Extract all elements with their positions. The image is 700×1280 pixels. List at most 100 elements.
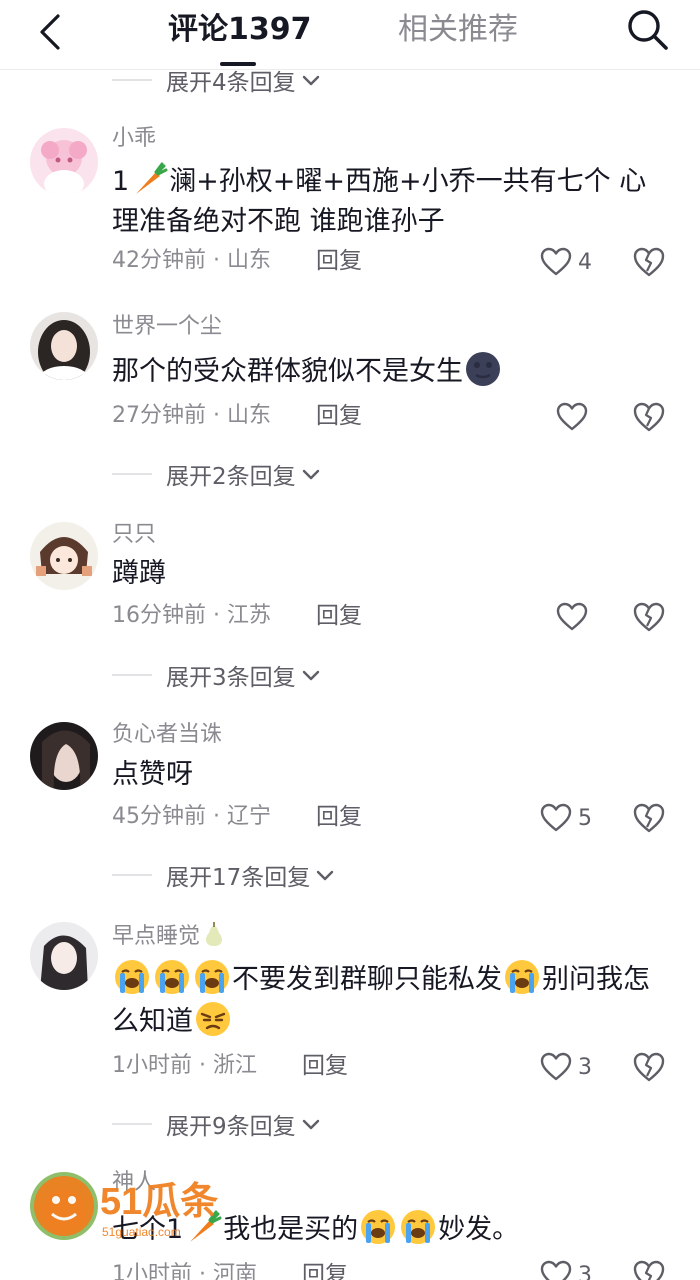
pear-emoji-icon	[205, 922, 223, 946]
broken-heart-icon[interactable]	[632, 600, 666, 634]
like-button[interactable]: 3	[540, 1050, 592, 1084]
avatar[interactable]	[30, 128, 98, 196]
watermark-sub: 51guatiao.com	[102, 1225, 181, 1239]
comment-time: 45分钟前	[112, 804, 206, 829]
expand-replies[interactable]: 展开3条回复	[112, 657, 322, 693]
username[interactable]: 负心者当诛	[112, 720, 222, 750]
search-icon[interactable]	[624, 6, 670, 52]
avatar[interactable]	[30, 522, 98, 590]
comment-location: 河南	[212, 1262, 257, 1280]
meta-separator: ·	[206, 804, 227, 829]
broken-heart-icon[interactable]	[632, 245, 666, 279]
broken-heart-icon[interactable]	[632, 1050, 666, 1084]
loudly-crying-emoji-icon	[505, 960, 539, 994]
comment-text: 蹲蹲	[112, 558, 166, 589]
comment-location: 山东	[226, 403, 271, 428]
heart-outline-icon	[540, 803, 572, 832]
broken-heart-icon[interactable]	[632, 801, 666, 835]
heart-outline-icon	[556, 402, 588, 431]
expand-replies[interactable]: 展开2条回复	[112, 456, 322, 492]
broken-heart-icon[interactable]	[632, 1258, 666, 1280]
divider-line	[112, 79, 152, 81]
like-button[interactable]: 3	[540, 1258, 592, 1280]
reply-button[interactable]: 回复	[302, 1051, 348, 1081]
tab-related[interactable]: 相关推荐	[398, 10, 518, 50]
comment-location: 浙江	[212, 1053, 257, 1078]
comment-time: 1小时前	[112, 1053, 192, 1078]
meta-separator: ·	[206, 248, 227, 273]
comment-text-part: 妙发。	[438, 1214, 520, 1245]
chevron-down-icon	[317, 870, 334, 881]
meta-separator: ·	[206, 403, 227, 428]
comment-text: 点赞呀	[112, 759, 193, 790]
comment-text: 那个的受众群体貌似不是女生	[112, 350, 672, 392]
reply-button[interactable]: 回复	[316, 601, 362, 631]
meta-separator: ·	[206, 603, 227, 628]
username[interactable]: 世界一个尘	[112, 312, 222, 342]
comment-text-part: 1	[112, 166, 130, 197]
comment-text-part: 澜+孙权+曜+西施+小乔一共有七个 心理准备绝对不跑 谁跑谁孙子	[112, 166, 647, 237]
comment-meta: 1小时前 · 河南	[112, 1260, 257, 1280]
avatar[interactable]	[30, 922, 98, 990]
divider-line	[112, 1123, 152, 1125]
like-count: 3	[578, 1054, 592, 1080]
loudly-crying-emoji-icon	[401, 1210, 436, 1244]
carrot-emoji-icon	[136, 162, 168, 194]
watermark-brand: 51瓜条	[100, 1181, 218, 1223]
comment-meta: 42分钟前 · 山东	[112, 246, 271, 276]
like-button[interactable]	[556, 600, 588, 634]
reply-button[interactable]: 回复	[316, 246, 362, 276]
comment-meta: 27分钟前 · 山东	[112, 401, 271, 431]
back-chevron-icon[interactable]	[36, 12, 66, 52]
chevron-down-icon	[302, 469, 319, 480]
username[interactable]: 早点睡觉	[112, 922, 226, 952]
comment-location: 山东	[226, 248, 271, 273]
like-button[interactable]	[556, 400, 588, 434]
new-moon-emoji-icon	[466, 352, 500, 386]
expand-replies[interactable]: 展开9条回复	[112, 1106, 322, 1142]
reply-button[interactable]: 回复	[316, 802, 362, 832]
comment-time: 42分钟前	[112, 248, 206, 273]
username[interactable]: 小乖	[112, 124, 156, 154]
loudly-crying-emoji-icon	[195, 960, 229, 994]
reply-button[interactable]: 回复	[302, 1260, 348, 1280]
comment-text-part: 不要发到群聊只能私发	[232, 964, 502, 995]
divider-line	[112, 674, 152, 676]
loudly-crying-emoji-icon	[155, 960, 189, 994]
chevron-down-icon	[302, 1119, 319, 1130]
like-button[interactable]: 4	[540, 245, 592, 279]
comment-text: 不要发到群聊只能私发 别问我怎么知道	[112, 958, 672, 1042]
comment-meta: 1小时前 · 浙江	[112, 1051, 257, 1081]
expand-replies-label: 展开3条回复	[166, 665, 296, 691]
comment-time: 27分钟前	[112, 403, 206, 428]
username[interactable]: 只只	[112, 520, 156, 550]
heart-outline-icon	[540, 1052, 572, 1081]
expand-replies[interactable]: 展开17条回复	[112, 857, 336, 893]
broken-heart-icon[interactable]	[632, 400, 666, 434]
annoyed-face-emoji-icon	[196, 1002, 230, 1036]
reply-button[interactable]: 回复	[316, 401, 362, 431]
tab-comments[interactable]: 评论1397	[168, 10, 312, 50]
meta-separator: ·	[192, 1262, 213, 1280]
loudly-crying-emoji-icon	[115, 960, 149, 994]
comment-location: 江苏	[226, 603, 271, 628]
like-count: 3	[578, 1262, 592, 1280]
like-button[interactable]: 5	[540, 801, 592, 835]
comment-text-part: 那个的受众群体貌似不是女生	[112, 356, 463, 387]
comment-meta: 45分钟前 · 辽宁	[112, 802, 271, 832]
like-count: 5	[578, 805, 592, 831]
heart-outline-icon	[540, 247, 572, 276]
top-bar: 评论1397 相关推荐	[0, 0, 700, 70]
comment-meta: 16分钟前 · 江苏	[112, 601, 271, 631]
chevron-down-icon	[302, 75, 319, 86]
active-tab-indicator	[220, 62, 256, 66]
divider-line	[112, 473, 152, 475]
loudly-crying-emoji-icon	[361, 1210, 396, 1244]
comment-text: 1 澜+孙权+曜+西施+小乔一共有七个 心理准备绝对不跑 谁跑谁孙子	[112, 160, 672, 242]
like-count: 4	[578, 249, 592, 275]
avatar[interactable]	[30, 312, 98, 380]
meta-separator: ·	[192, 1053, 213, 1078]
divider-line	[112, 874, 152, 876]
avatar[interactable]	[30, 722, 98, 790]
comment-location: 辽宁	[226, 804, 271, 829]
